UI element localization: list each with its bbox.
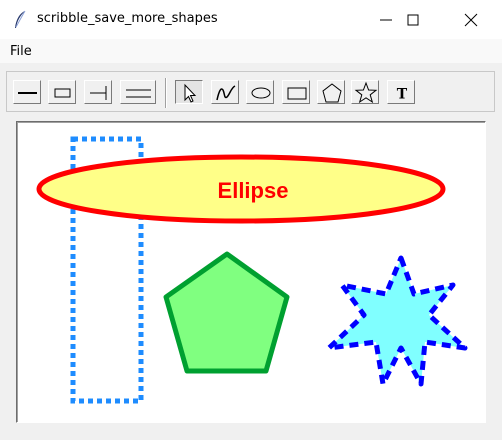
menu-file[interactable]: File: [10, 44, 32, 59]
tool-select-button[interactable]: [175, 80, 203, 104]
tool-rectangle-button[interactable]: [282, 80, 310, 104]
tool-line-thin-button[interactable]: [13, 80, 41, 104]
tool-ellipse-button[interactable]: [246, 80, 274, 104]
ellipse-tool-icon: [251, 87, 271, 99]
drawing-canvas[interactable]: Ellipse: [16, 121, 486, 423]
star-shape[interactable]: [326, 255, 468, 387]
rectangle-small-icon: [54, 88, 71, 98]
toolbar-separator: [165, 78, 167, 108]
tool-freehand-button[interactable]: [211, 80, 239, 104]
select-arrow-icon: [184, 83, 197, 103]
pentagon-shape[interactable]: [163, 251, 290, 374]
text-tool-label: T: [397, 87, 408, 103]
line-double-icon: [126, 89, 151, 98]
rectangle-tool-icon: [287, 87, 307, 100]
tool-line-double-button[interactable]: [120, 80, 156, 104]
menu-bar: [0, 39, 502, 63]
close-icon: [464, 13, 478, 27]
tool-polygon-button[interactable]: [317, 80, 345, 104]
polygon-tool-icon: [322, 83, 342, 103]
tool-rectangle-small-button[interactable]: [48, 80, 76, 104]
tool-text-button[interactable]: T: [387, 80, 415, 104]
maximize-button[interactable]: [390, 0, 436, 39]
ellipse-label: Ellipse: [218, 178, 289, 203]
tool-star-button[interactable]: [351, 80, 379, 104]
canvas-shapes: Ellipse: [36, 136, 468, 404]
text-tool-icon: T: [397, 87, 408, 103]
line-end-icon: [90, 86, 107, 100]
line-thin-icon: [18, 92, 37, 94]
tool-line-end-button[interactable]: [84, 80, 112, 104]
star-tool-icon: [354, 81, 378, 104]
close-button[interactable]: [448, 0, 494, 39]
maximize-icon: [407, 14, 419, 26]
freehand-icon: [216, 85, 236, 101]
window-title: scribble_save_more_shapes: [37, 11, 218, 26]
feather-app-icon: [15, 10, 26, 28]
